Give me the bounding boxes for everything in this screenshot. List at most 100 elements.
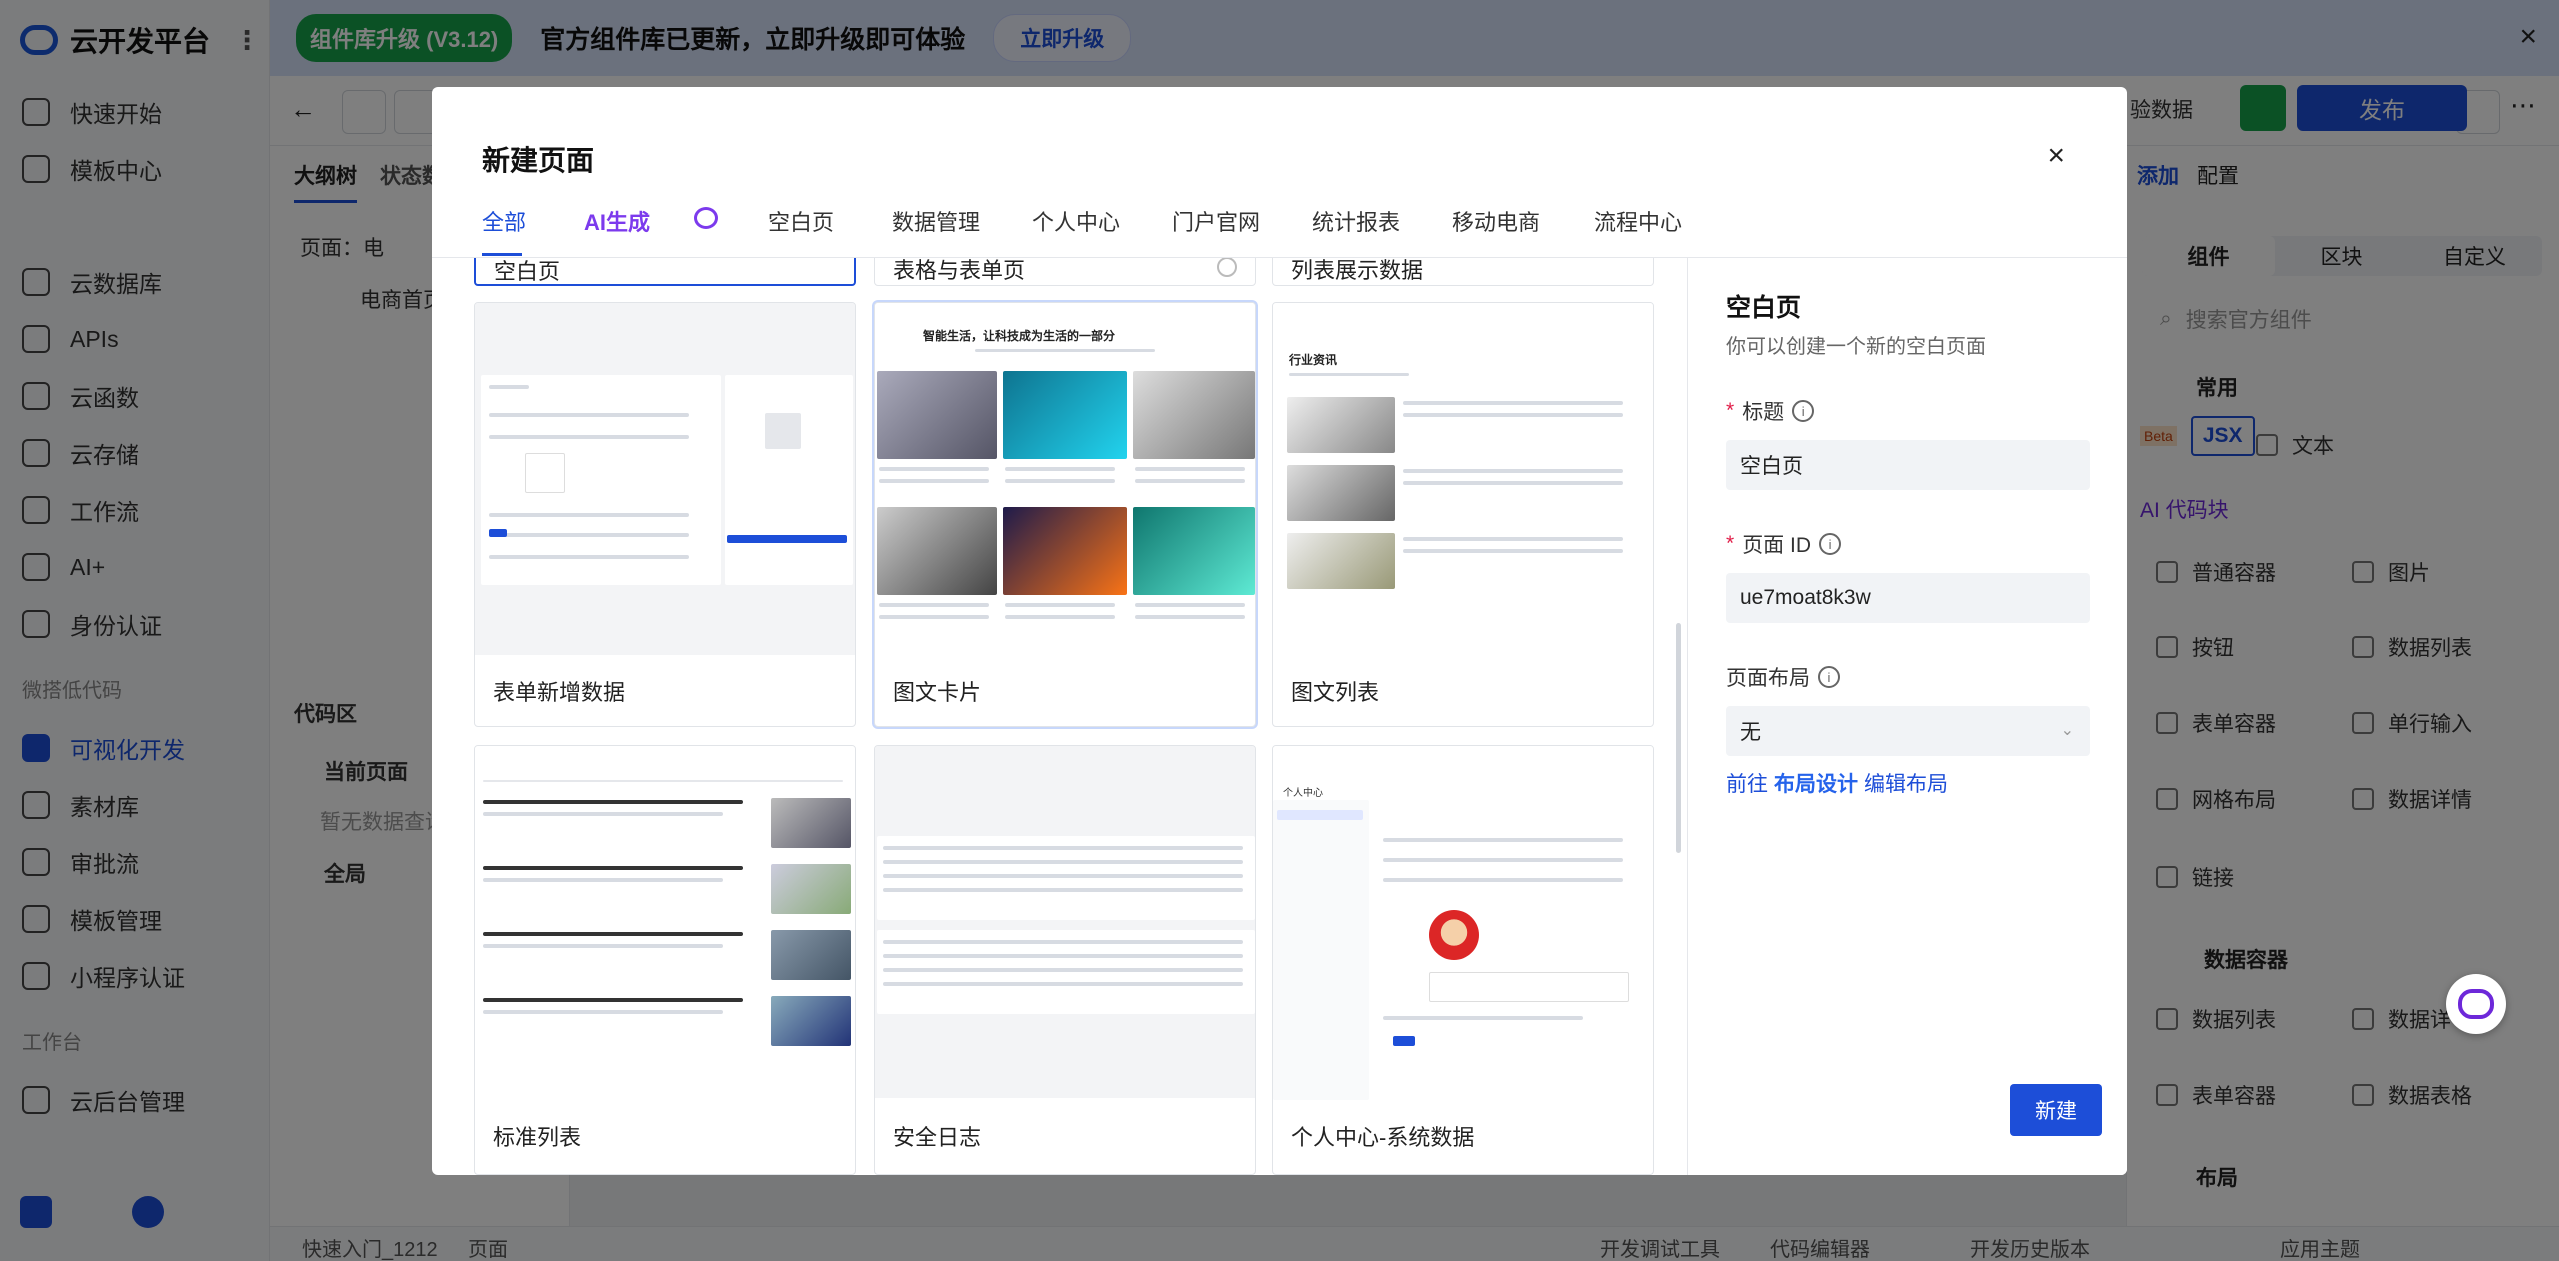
tab-ecommerce[interactable]: 移动电商 <box>1452 205 1540 237</box>
required-mark: * <box>1726 399 1735 422</box>
preview-line <box>483 780 843 782</box>
preview-line <box>1289 373 1409 376</box>
layout-label-text: 页面布局 <box>1726 667 1810 690</box>
preview-line <box>883 888 1243 892</box>
tab-all[interactable]: 全部 <box>482 205 526 237</box>
form-preview <box>481 375 721 585</box>
title-label: * 标题 i <box>1726 396 1815 426</box>
template-card-image-cards[interactable]: 智能生活，让科技成为生活的一部分 图文卡片 <box>874 302 1256 727</box>
preview-submit <box>727 535 847 543</box>
close-icon[interactable]: × <box>2047 139 2065 173</box>
preview-line <box>1383 858 1623 862</box>
detail-desc: 你可以创建一个新的空白页面 <box>1726 336 1986 358</box>
template-card-table-form[interactable]: 表格与表单页 <box>874 258 1256 286</box>
template-card-image-list[interactable]: 行业资讯 图文列表 <box>1272 302 1654 727</box>
preview-line <box>975 349 1155 352</box>
layout-design-link[interactable]: 布局设计 <box>1774 768 1858 798</box>
list-image <box>1287 397 1395 453</box>
assistant-fab[interactable] <box>2446 974 2506 1034</box>
tab-reports[interactable]: 统计报表 <box>1312 205 1400 237</box>
hide-icon[interactable] <box>1217 258 1237 277</box>
tab-workflow[interactable]: 流程中心 <box>1594 205 1682 237</box>
ai-head-image <box>1003 507 1127 595</box>
preview-line <box>1005 603 1115 607</box>
preview-line <box>483 878 723 882</box>
page-id-input[interactable]: ue7moat8k3w <box>1726 573 2090 623</box>
list-image <box>771 996 851 1046</box>
tab-ai[interactable]: AI生成 <box>584 205 650 237</box>
template-card-profile[interactable]: 个人中心 个人中心-系统数据 <box>1272 745 1654 1175</box>
preview-line <box>883 968 1243 972</box>
card-preview <box>475 303 855 655</box>
preview-title: 智能生活，让科技成为生活的一部分 <box>923 329 1116 343</box>
required-mark: * <box>1726 532 1735 555</box>
info-icon[interactable]: i <box>1819 533 1842 555</box>
preview-line <box>1403 413 1623 417</box>
template-card-standard-list[interactable]: 标准列表 <box>474 745 856 1175</box>
preview-line <box>879 479 989 483</box>
tab-blank[interactable]: 空白页 <box>768 205 834 237</box>
list-image <box>771 930 851 980</box>
template-grid: 空白页 表格与表单页 列表展示数据 表单新增数据 智能生活，让科技成为生活的一部… <box>432 258 1687 1175</box>
preview-title: 个人中心 <box>1283 788 1323 799</box>
grid-scrollbar[interactable] <box>1676 623 1681 853</box>
preview-line <box>1005 615 1115 619</box>
edit-layout-link[interactable]: 编辑布局 <box>1864 768 1948 798</box>
robot-arm-image <box>877 507 997 595</box>
robot-hand-image <box>877 371 997 459</box>
tab-personal-center[interactable]: 个人中心 <box>1032 205 1120 237</box>
page-id-label: * 页面 ID i <box>1726 529 1842 559</box>
form-preview <box>725 375 853 585</box>
card-label: 安全日志 <box>893 1125 982 1150</box>
title-input[interactable]: 空白页 <box>1726 440 2090 490</box>
list-image <box>1287 533 1395 589</box>
preview-line <box>483 866 743 870</box>
card-label: 标准列表 <box>493 1125 582 1150</box>
info-icon[interactable]: i <box>1792 400 1815 422</box>
tab-portal[interactable]: 门户官网 <box>1172 205 1260 237</box>
preview-title: 行业资讯 <box>1289 353 1338 367</box>
page-id-label-text: 页面 ID <box>1742 534 1812 557</box>
link-prefix: 前往 <box>1726 773 1768 796</box>
preview-line <box>1383 878 1623 882</box>
preview-line <box>1135 615 1245 619</box>
card-preview: 智能生活，让科技成为生活的一部分 <box>875 303 1255 655</box>
card-preview: 个人中心 <box>1273 746 1653 1100</box>
template-card-blank[interactable]: 空白页 <box>474 258 856 286</box>
preview-line <box>483 998 743 1002</box>
layout-select[interactable]: 无 ⌄ <box>1726 706 2090 756</box>
preview-line <box>883 874 1243 878</box>
profile-sidebar <box>1273 800 1369 1100</box>
preview-line <box>1403 469 1623 473</box>
card-preview: 行业资讯 <box>1273 303 1653 655</box>
card-label: 表单新增数据 <box>493 680 626 705</box>
tab-data-management[interactable]: 数据管理 <box>892 205 980 237</box>
preview-line <box>883 846 1243 850</box>
save-preview-button <box>1393 1036 1415 1046</box>
preview-line <box>883 982 1243 986</box>
preview-line <box>883 940 1243 944</box>
preview-line <box>489 555 689 559</box>
preview-line <box>483 812 723 816</box>
template-card-list-display[interactable]: 列表展示数据 <box>1272 258 1654 286</box>
create-button[interactable]: 新建 <box>2010 1084 2102 1136</box>
profile-nav-active <box>1277 810 1363 820</box>
template-card-form-add[interactable]: 表单新增数据 <box>474 302 856 727</box>
preview-line <box>879 467 989 471</box>
avatar <box>1429 910 1479 960</box>
card-label: 列表展示数据 <box>1291 258 1424 283</box>
template-detail-panel: 空白页 你可以创建一个新的空白页面 * 标题 i 空白页 * 页面 ID i u… <box>1687 258 2127 1175</box>
preview-line <box>1403 537 1623 541</box>
dialog-title: 新建页面 <box>482 145 595 176</box>
new-page-dialog: 新建页面 × 全部 AI生成 空白页 数据管理 个人中心 门户官网 统计报表 移… <box>432 87 2127 1175</box>
template-card-security-log[interactable]: 安全日志 <box>874 745 1256 1175</box>
ai-brain-image <box>1003 371 1127 459</box>
preview-line <box>1135 467 1245 471</box>
preview-line <box>1005 479 1115 483</box>
upload-box <box>525 453 565 493</box>
preview-line <box>483 1010 723 1014</box>
list-image <box>771 864 851 914</box>
preview-line <box>483 932 743 936</box>
info-icon[interactable]: i <box>1818 666 1840 688</box>
chevron-down-icon: ⌄ <box>2060 722 2074 739</box>
